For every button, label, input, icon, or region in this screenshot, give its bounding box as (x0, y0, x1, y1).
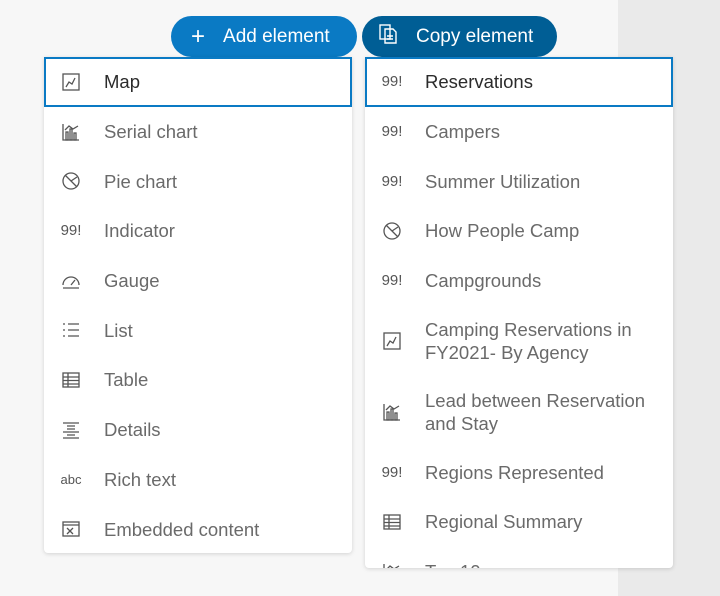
embedded-content-icon (58, 519, 84, 539)
copy-icon (378, 23, 398, 51)
list-icon (58, 320, 84, 340)
add-item[interactable]: Details (44, 405, 352, 455)
copy-item[interactable]: 99! Summer Utilization (365, 156, 673, 206)
copy-item-label: How People Camp (425, 220, 580, 242)
add-item-label: Pie chart (104, 170, 178, 192)
copy-item[interactable]: Lead between Reservation and Stay (365, 376, 673, 447)
add-item-label: Serial chart (104, 121, 198, 143)
add-element-label: Add element (223, 25, 330, 47)
copy-item-label: Camping Reservations in FY2021- By Agenc… (425, 318, 632, 363)
table-icon (379, 512, 405, 532)
add-item[interactable]: Embedded content (44, 504, 352, 553)
copy-item-label: Summer Utilization (425, 170, 581, 192)
add-item-label: Rich text (104, 468, 176, 490)
add-element-button[interactable]: + Add element (171, 16, 357, 57)
add-item[interactable]: Gauge (44, 256, 352, 306)
add-item[interactable]: Serial chart (44, 107, 352, 157)
copy-item-label: Reservations (425, 71, 533, 93)
add-item-label: Map (104, 71, 140, 93)
copy-item-label: Regional Summary (425, 511, 583, 533)
copy-element-button[interactable]: Copy element (362, 16, 557, 57)
rich-text-icon: abc (60, 471, 82, 487)
copy-item[interactable]: Camping Reservations in FY2021- By Agenc… (365, 305, 673, 376)
copy-item-label: Campgrounds (425, 270, 542, 292)
add-item-label: Table (104, 369, 149, 391)
copy-item-label: Top 10 ... (425, 560, 501, 568)
gauge-icon (58, 271, 84, 291)
plus-icon: + (191, 22, 206, 50)
add-element-menu: Map Serial chart Pie chart 99! Indicator Gaug… (44, 57, 352, 553)
map-icon (379, 331, 405, 351)
copy-item-label: Campers (425, 121, 501, 143)
copy-item[interactable]: Regional Summary (365, 497, 673, 547)
copy-item[interactable]: How People Camp (365, 206, 673, 256)
copy-item[interactable]: 99! Campgrounds (365, 256, 673, 306)
add-item[interactable]: List (44, 305, 352, 355)
copy-item[interactable]: 99! Regions Represented (365, 447, 673, 497)
copy-item-label: Lead between Reservation and Stay (425, 389, 646, 434)
indicator-icon: 99! (381, 172, 403, 190)
indicator-icon: 99! (381, 463, 403, 481)
indicator-icon: 99! (381, 73, 403, 91)
copy-item[interactable]: Top 10 ... (365, 547, 673, 568)
add-item[interactable]: Table (44, 355, 352, 405)
add-item-label: Details (104, 419, 161, 441)
pie-chart-icon (58, 171, 84, 191)
indicator-icon: 99! (60, 222, 82, 240)
copy-item[interactable]: 99! Campers (365, 107, 673, 157)
serial-chart-icon (58, 122, 84, 142)
serial-chart-icon (379, 402, 405, 422)
table-icon (58, 370, 84, 390)
indicator-icon: 99! (381, 123, 403, 141)
pie-chart-icon (379, 221, 405, 241)
copy-element-menu: 99! Reservations 99! Campers 99! Summer Utili… (365, 57, 673, 568)
add-item[interactable]: Pie chart (44, 156, 352, 206)
copy-item[interactable]: 99! Reservations (365, 57, 673, 107)
details-icon (58, 420, 84, 440)
add-item[interactable]: Map (44, 57, 352, 107)
indicator-icon: 99! (381, 272, 403, 290)
add-item-label: Indicator (104, 220, 175, 242)
copy-element-label: Copy element (416, 25, 534, 47)
add-item[interactable]: 99! Indicator (44, 206, 352, 256)
add-item[interactable]: abc Rich text (44, 455, 352, 505)
copy-item-label: Regions Represented (425, 461, 604, 483)
add-item-label: Gauge (104, 270, 160, 292)
serial-chart-icon (379, 562, 405, 568)
add-item-label: List (104, 319, 133, 341)
map-icon (58, 72, 84, 92)
add-item-label: Embedded content (104, 518, 260, 540)
